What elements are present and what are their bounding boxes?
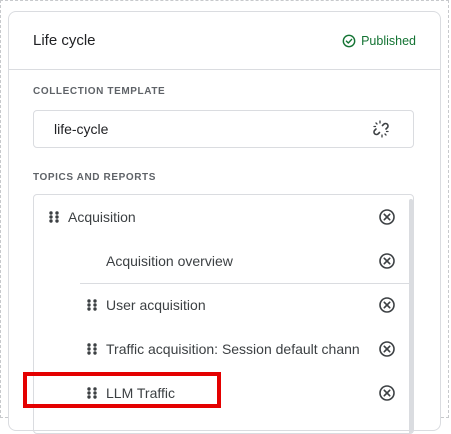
report-item-traffic-acquisition[interactable]: Traffic acquisition: Session default cha… <box>34 327 404 371</box>
drag-handle-icon[interactable] <box>48 210 60 224</box>
collection-template-label: COLLECTION TEMPLATE <box>33 86 166 97</box>
report-label: Acquisition overview <box>106 253 233 269</box>
topic-label: Acquisition <box>68 209 136 225</box>
report-item-acquisition-overview[interactable]: Acquisition overview <box>34 239 404 283</box>
check-circle-icon <box>342 34 356 47</box>
remove-icon[interactable] <box>378 296 396 314</box>
drag-handle-icon[interactable] <box>86 298 98 312</box>
panel-title: Life cycle <box>33 32 96 49</box>
remove-icon[interactable] <box>378 252 396 270</box>
status-text: Published <box>361 33 416 48</box>
topics-and-reports-label: TOPICS AND REPORTS <box>33 172 157 183</box>
report-item-user-acquisition[interactable]: User acquisition <box>34 283 404 327</box>
remove-icon[interactable] <box>378 384 396 402</box>
remove-icon[interactable] <box>378 208 396 226</box>
drag-handle-icon[interactable] <box>86 342 98 356</box>
life-cycle-panel: Life cycle Published COLLECTION TEMPLATE… <box>8 11 441 434</box>
collection-template-value: life-cycle <box>54 121 109 137</box>
report-label: Traffic acquisition: Session default cha… <box>106 341 360 357</box>
topic-item-acquisition[interactable]: Acquisition <box>34 195 404 239</box>
scrollbar[interactable] <box>409 199 413 433</box>
published-status: Published <box>342 34 416 48</box>
llm-traffic-highlight-box <box>23 372 221 408</box>
panel-header: Life cycle Published <box>9 12 440 70</box>
unlink-icon[interactable] <box>371 119 391 139</box>
remove-icon[interactable] <box>378 340 396 358</box>
collection-template-field[interactable]: life-cycle <box>33 110 414 148</box>
report-label: User acquisition <box>106 297 206 313</box>
